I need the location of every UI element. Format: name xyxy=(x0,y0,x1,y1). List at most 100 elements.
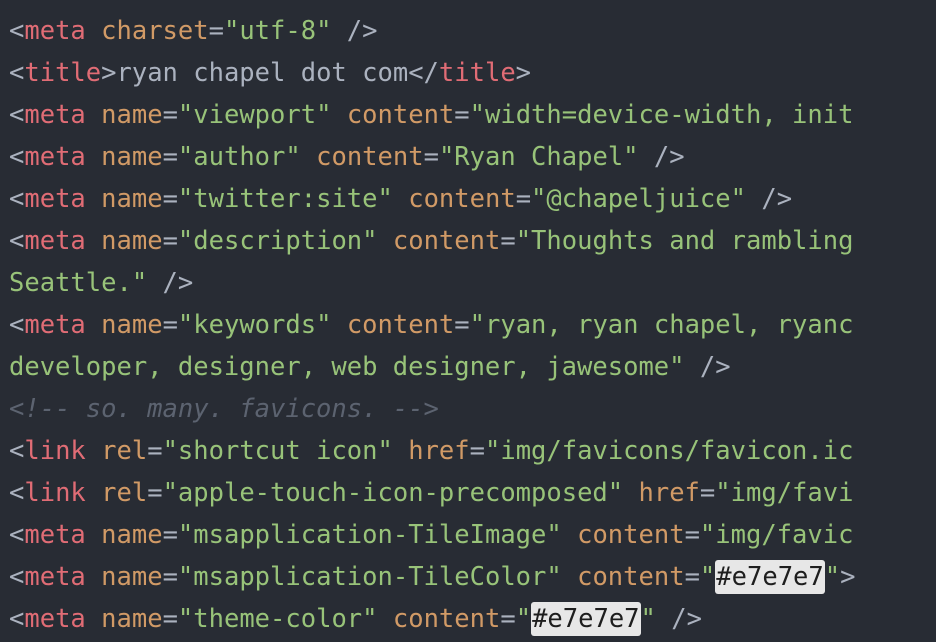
code-tag-name: meta xyxy=(24,520,86,550)
code-punctuation xyxy=(301,142,316,172)
code-punctuation xyxy=(562,562,577,592)
code-punctuation xyxy=(86,142,101,172)
code-string: "img/favicons/favicon.ic xyxy=(485,436,854,466)
code-line[interactable]: <meta name="twitter:site" content="@chap… xyxy=(0,178,936,220)
code-attribute-name: name xyxy=(101,520,163,550)
code-tag-name: meta xyxy=(24,142,86,172)
code-string: " xyxy=(515,604,532,634)
code-line[interactable]: developer, designer, web designer, jawes… xyxy=(0,346,936,388)
code-punctuation xyxy=(393,184,408,214)
code-string: Seattle." xyxy=(9,268,148,298)
code-punctuation: = xyxy=(208,16,224,46)
code-punctuation: = xyxy=(515,184,532,214)
code-string: "twitter:site" xyxy=(177,184,393,214)
code-punctuation xyxy=(86,436,101,466)
code-punctuation xyxy=(86,184,101,214)
code-punctuation xyxy=(331,100,346,130)
code-attribute-name: name xyxy=(101,562,163,592)
code-string: "author" xyxy=(177,142,301,172)
code-punctuation xyxy=(86,562,101,592)
code-punctuation xyxy=(86,520,101,550)
code-punctuation: /> xyxy=(331,16,378,46)
code-line[interactable]: <meta name="description" content="Though… xyxy=(0,220,936,262)
code-string: "utf-8" xyxy=(223,16,332,46)
code-line[interactable]: <title>ryan chapel dot com</title> xyxy=(0,52,936,94)
code-string: developer, designer, web designer, jawes… xyxy=(9,352,685,382)
code-punctuation xyxy=(86,226,101,256)
code-tag-name: title xyxy=(438,58,516,88)
code-tag-name: title xyxy=(24,58,102,88)
code-attribute-name: rel xyxy=(101,478,148,508)
code-tag-name: meta xyxy=(24,604,86,634)
code-punctuation xyxy=(86,100,101,130)
code-attribute-name: rel xyxy=(101,436,148,466)
code-attribute-name: name xyxy=(101,310,163,340)
code-punctuation: = xyxy=(162,310,178,340)
code-punctuation: = xyxy=(147,436,163,466)
code-string: "@chapeljuice" xyxy=(531,184,746,214)
code-line[interactable]: <meta charset="utf-8" /> xyxy=(0,10,936,52)
code-tag-name: link xyxy=(24,436,86,466)
code-string: "viewport" xyxy=(177,100,332,130)
code-attribute-name: content xyxy=(346,100,455,130)
code-punctuation: /> xyxy=(745,184,793,214)
code-punctuation: = xyxy=(162,226,178,256)
code-punctuation: /> xyxy=(147,268,194,298)
code-line[interactable]: <meta name="msapplication-TileImage" con… xyxy=(0,514,936,556)
code-tag-name: link xyxy=(24,478,86,508)
code-line[interactable]: <meta name="keywords" content="ryan, rya… xyxy=(0,304,936,346)
code-line[interactable]: <link rel="apple-touch-icon-precomposed"… xyxy=(0,472,936,514)
code-string: "theme-color" xyxy=(177,604,378,634)
code-string: " xyxy=(824,562,841,592)
code-string: "apple-touch-icon-precomposed" xyxy=(162,478,624,508)
code-punctuation: > xyxy=(515,58,532,88)
code-punctuation: = xyxy=(162,562,178,592)
code-punctuation: < xyxy=(9,604,25,634)
code-punctuation: /> xyxy=(655,604,702,634)
code-punctuation: = xyxy=(162,604,178,634)
code-punctuation xyxy=(393,436,408,466)
code-punctuation xyxy=(331,310,346,340)
code-tag-name: meta xyxy=(24,100,86,130)
code-string: " xyxy=(640,604,656,634)
code-punctuation: < xyxy=(9,310,25,340)
code-punctuation: > xyxy=(101,58,117,88)
code-line[interactable]: <meta name="author" content="Ryan Chapel… xyxy=(0,136,936,178)
code-attribute-name: name xyxy=(101,226,163,256)
code-punctuation: > xyxy=(840,562,856,592)
code-punctuation: = xyxy=(147,478,163,508)
code-line[interactable]: <meta name="msapplication-TileColor" con… xyxy=(0,556,936,598)
code-tag-name: meta xyxy=(24,562,86,592)
code-string: " xyxy=(699,562,716,592)
code-punctuation xyxy=(86,16,101,46)
code-string: "description" xyxy=(177,226,378,256)
code-punctuation: = xyxy=(469,436,485,466)
code-attribute-name: content xyxy=(408,184,516,214)
code-comment: <!-- so. many. favicons. --> xyxy=(9,394,439,424)
code-string: "shortcut icon" xyxy=(162,436,393,466)
code-attribute-name: content xyxy=(392,604,501,634)
code-punctuation: = xyxy=(162,142,178,172)
code-punctuation: < xyxy=(9,562,25,592)
code-punctuation: = xyxy=(699,478,716,508)
code-punctuation: = xyxy=(162,520,178,550)
code-punctuation: = xyxy=(684,562,700,592)
code-attribute-name: name xyxy=(101,604,163,634)
code-attribute-name: name xyxy=(101,100,163,130)
code-line[interactable]: Seattle." /> xyxy=(0,262,936,304)
code-string: "Ryan Chapel" xyxy=(438,142,639,172)
color-swatch: #e7e7e7 xyxy=(715,560,825,594)
code-punctuation: < xyxy=(9,184,25,214)
code-attribute-name: name xyxy=(101,142,163,172)
code-string: "msapplication-TileImage" xyxy=(177,520,562,550)
code-line[interactable]: <link rel="shortcut icon" href="img/favi… xyxy=(0,430,936,472)
code-editor[interactable]: <meta charset="utf-8" /> <title>ryan chap… xyxy=(0,0,936,642)
code-string: "img/favi xyxy=(715,478,854,508)
code-attribute-name: content xyxy=(316,142,424,172)
code-line[interactable]: <meta name="viewport" content="width=dev… xyxy=(0,94,936,136)
code-attribute-name: name xyxy=(101,184,163,214)
code-attribute-name: content xyxy=(346,310,455,340)
code-line[interactable]: <!-- so. many. favicons. --> xyxy=(0,388,936,430)
code-line[interactable]: <meta name="theme-color" content="#e7e7e… xyxy=(0,598,936,640)
code-attribute-name: href xyxy=(638,478,700,508)
